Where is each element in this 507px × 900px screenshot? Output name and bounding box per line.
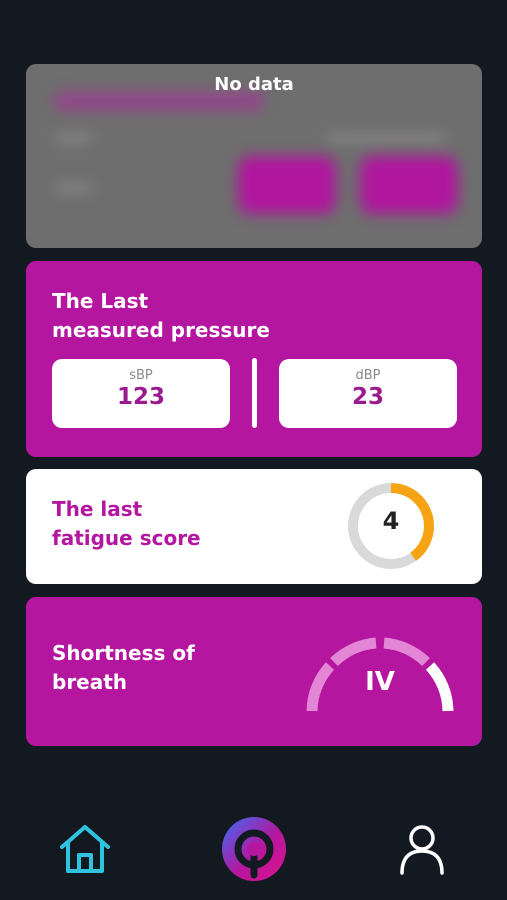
- fatigue-title-line1: The last: [52, 497, 143, 521]
- app-logo-icon[interactable]: [220, 815, 288, 883]
- profile-icon[interactable]: [398, 823, 446, 875]
- pressure-card-title: The Last measured pressure: [52, 287, 270, 345]
- pressure-card[interactable]: The Last measured pressure sBP 123 dBP 2…: [26, 261, 482, 457]
- home-icon[interactable]: [58, 823, 112, 875]
- fatigue-title-line2: fatigue score: [52, 526, 201, 550]
- bp-divider: [252, 358, 257, 428]
- dbp-label: dBP: [355, 368, 381, 383]
- sbp-box: sBP 123: [52, 359, 230, 428]
- pressure-title-line1: The Last: [52, 289, 149, 313]
- gauge-segment-2: [330, 637, 377, 667]
- gauge-segment-3: [383, 637, 430, 667]
- dbp-box: dBP 23: [279, 359, 457, 428]
- dbp-value: 23: [351, 384, 384, 410]
- breath-level-value: IV: [365, 667, 395, 697]
- pressure-title-line2: measured pressure: [52, 318, 270, 342]
- fatigue-card-title: The last fatigue score: [52, 495, 201, 553]
- fatigue-score-value: 4: [382, 507, 400, 535]
- breath-title-line1: Shortness of: [52, 641, 195, 665]
- sbp-label: sBP: [129, 368, 153, 383]
- breath-card[interactable]: Shortness of breath IV: [26, 597, 482, 746]
- breath-card-title: Shortness of breath: [52, 639, 195, 697]
- no-data-label: No data: [214, 74, 294, 95]
- sbp-value: 123: [116, 384, 165, 410]
- breath-title-line2: breath: [52, 670, 128, 694]
- fatigue-card[interactable]: The last fatigue score 4: [26, 469, 482, 584]
